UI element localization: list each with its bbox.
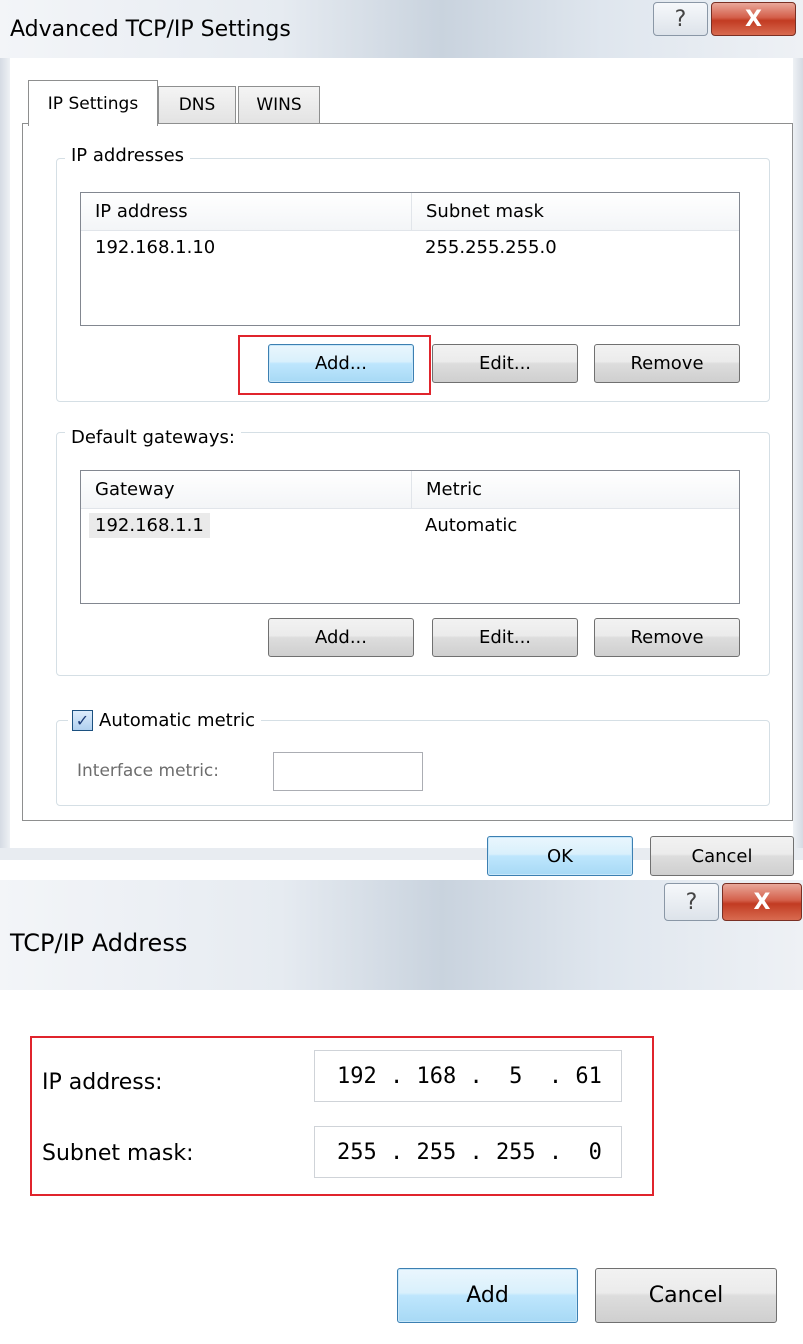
ip-remove-button[interactable]: Remove — [594, 344, 740, 383]
tcpip-address-dialog: TCP/IP Address ? X IP address: 192 . 168… — [0, 880, 803, 1344]
cancel-button[interactable]: Cancel — [650, 836, 794, 876]
tab-dns[interactable]: DNS — [158, 86, 236, 123]
ip-address-label: IP address: — [42, 1070, 163, 1095]
subnet-mask-label: Subnet mask: — [42, 1141, 194, 1166]
ip-address-cell: 192.168.1.10 — [95, 237, 216, 258]
gateway-edit-button[interactable]: Edit... — [432, 618, 578, 657]
table-row[interactable]: 192.168.1.1 Automatic — [81, 511, 739, 547]
subnet-mask-input[interactable]: 255 . 255 . 255 . 0 — [314, 1126, 622, 1178]
close-icon[interactable]: X — [722, 883, 802, 921]
tab-wins[interactable]: WINS — [238, 86, 320, 123]
metric-cell: Automatic — [425, 515, 518, 536]
column-header-subnet-mask[interactable]: Subnet mask — [411, 193, 739, 231]
automatic-metric-option[interactable]: ✓ Automatic metric — [68, 710, 261, 731]
gateway-add-button[interactable]: Add... — [268, 618, 414, 657]
tab-ip-settings[interactable]: IP Settings — [28, 80, 158, 126]
window-frame-left — [0, 58, 10, 848]
ip-addresses-group-label: IP addresses — [65, 145, 191, 166]
table-row[interactable]: 192.168.1.10 255.255.255.0 — [81, 231, 739, 267]
gateway-remove-button[interactable]: Remove — [594, 618, 740, 657]
automatic-metric-label: Automatic metric — [99, 710, 255, 731]
tcpip-dialog-title: TCP/IP Address — [10, 929, 188, 957]
advanced-tcpip-dialog: Advanced TCP/IP Settings ? X IP Settings… — [0, 0, 803, 876]
interface-metric-input[interactable] — [273, 752, 423, 791]
interface-metric-label: Interface metric: — [77, 761, 219, 781]
ip-edit-button[interactable]: Edit... — [432, 344, 578, 383]
help-icon[interactable]: ? — [664, 883, 719, 921]
dialog-add-button[interactable]: Add — [397, 1268, 578, 1323]
ok-button[interactable]: OK — [487, 836, 633, 876]
ip-address-input[interactable]: 192 . 168 . 5 . 61 — [314, 1050, 622, 1102]
advanced-dialog-title: Advanced TCP/IP Settings — [10, 17, 291, 42]
dialog-cancel-button[interactable]: Cancel — [595, 1268, 777, 1323]
gateway-cell: 192.168.1.1 — [89, 513, 210, 538]
automatic-metric-checkbox[interactable]: ✓ — [72, 710, 93, 731]
window-frame-right — [793, 58, 803, 848]
close-icon[interactable]: X — [711, 2, 796, 36]
ip-add-button[interactable]: Add... — [268, 344, 414, 383]
column-header-ip-address[interactable]: IP address — [81, 193, 411, 231]
column-header-metric[interactable]: Metric — [411, 471, 739, 509]
ip-addresses-list[interactable]: IP address Subnet mask 192.168.1.10 255.… — [80, 192, 740, 326]
help-icon[interactable]: ? — [653, 2, 708, 36]
gateways-list[interactable]: Gateway Metric 192.168.1.1 Automatic — [80, 470, 740, 604]
subnet-mask-cell: 255.255.255.0 — [425, 237, 557, 258]
default-gateways-group-label: Default gateways: — [65, 427, 241, 448]
column-header-gateway[interactable]: Gateway — [81, 471, 411, 509]
